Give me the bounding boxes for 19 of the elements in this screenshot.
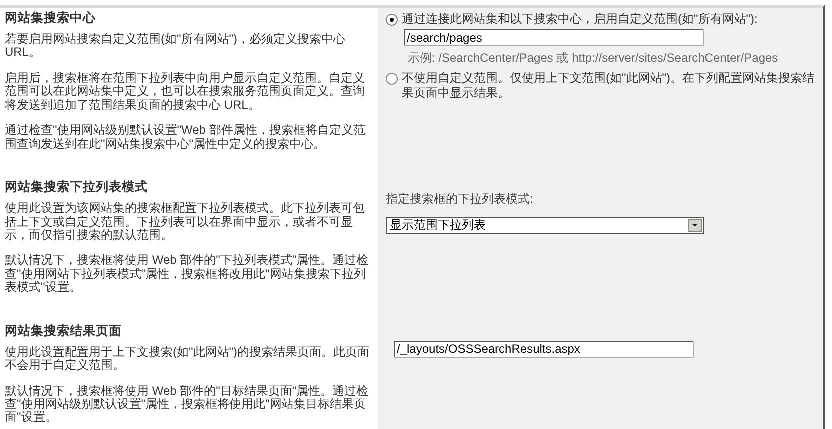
example-text: 示例: /SearchCenter/Pages 或 http://server/sites/SearchCenter/Pages: [408, 50, 780, 68]
section-title: 网站集搜索结果页面: [5, 322, 123, 340]
section-title: 网站集搜索中心: [5, 10, 97, 27]
results-page-field[interactable]: /_layouts/OSSSearchResults.aspx: [394, 340, 694, 358]
field-label: 指定搜索框的下拉列表模式:: [386, 191, 534, 208]
url-field[interactable]: /search/pages: [404, 29, 704, 46]
description-text: 通过检查"使用网站级别默认设置"Web 部件属性，搜索框将自定义范围查询发送到在此"网站集搜索中心"属性中定义的搜索中心。: [5, 124, 366, 152]
description-text: 使用此设置为该网站集的搜索框配置下拉列表模式。此下拉列表可包括上下文或自定义范围。下拉列表可以在界面中显示，或者不可显示，而仅指引搜索的默认范围。: [5, 202, 366, 242]
description-text: 启用后，搜索框将在范围下拉列表中向用户显示自定义范围。自定义范围可以在此网站集中定义，也可以在搜索服务范围页面定义。查询将发送到追加了范围结果页面的搜索中心 URL。: [5, 72, 366, 112]
mode-dropdown[interactable]: 显示范围下拉列表: [386, 217, 704, 234]
radio-label: 通过连接此网站集和以下搜索中心，启用自定义范围(如"所有网站"):: [402, 12, 758, 26]
description-text: 使用此设置配置用于上下文搜索(如"此网站")的搜索结果页面。此页面不会用于自定义范围。: [5, 346, 371, 373]
description-text: 默认情况下，搜索框将使用 Web 部件的"目标结果页面"属性。通过检查"使用网站级别默认设置"属性，搜索框将使用此"网站集目标结果页面"设置。: [5, 384, 370, 425]
description-text: 若要启用网站搜索自定义范围(如"所有网站")，必须定义搜索中心 URL。: [5, 33, 347, 60]
description-text: 默认情况下，搜索框将使用 Web 部件的"下拉列表模式"属性。通过检查"使用网站下拉列表模式"属性，搜索框将改用此"网站集搜索下拉列表模式"设置。: [5, 254, 370, 295]
radio-button[interactable]: [386, 73, 398, 86]
radio-button[interactable]: [386, 14, 398, 26]
radio-label: 不使用自定义范围。仅使用上下文范围(如"此网站")。在下列配置网站集搜索结果页面中显示结果。: [402, 71, 815, 100]
section-title: 网站集搜索下拉列表模式: [5, 179, 149, 196]
